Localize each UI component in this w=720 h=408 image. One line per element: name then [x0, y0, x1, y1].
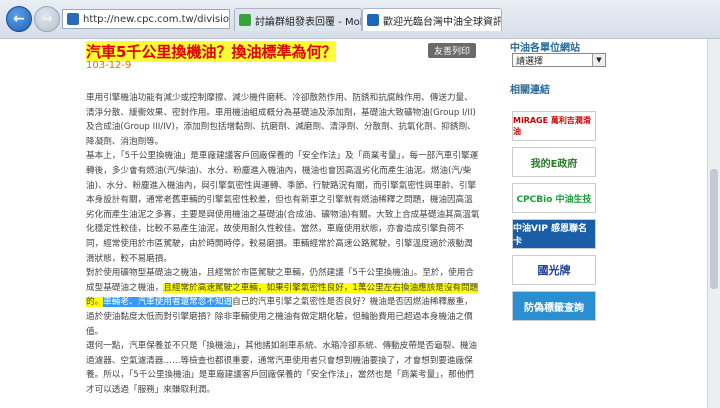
- vertical-scrollbar[interactable]: [707, 39, 720, 408]
- mirage-banner-text: MiRAGE 萬利吉潤滑油: [513, 116, 591, 136]
- anti-fake-banner-text: 防偽標籤查詢: [524, 302, 584, 314]
- cpcbio-banner-text: CPCBio 中油生技: [516, 194, 592, 205]
- address-bar[interactable]: http://new.cpc.com.tw/division/lb: [62, 9, 230, 29]
- select-value: 請選擇: [516, 56, 544, 67]
- anti-fake-banner[interactable]: 防偽標籤查詢: [512, 291, 596, 321]
- article-date: 103-12-9: [86, 60, 132, 71]
- back-arrow-icon: ←: [13, 11, 25, 27]
- paragraph-1: 車用引擎機油功能有減少或控制摩擦、減少機件磨耗、冷卻散熱作用、防銹和抗腐蝕作用、…: [86, 93, 476, 147]
- tab-cpc[interactable]: 歡迎光臨台灣中油全球資訊... ✕: [362, 8, 502, 31]
- vip-banner[interactable]: 中油VIP 感恩聯名卡: [512, 219, 596, 249]
- mirage-banner[interactable]: MiRAGE 萬利吉潤滑油: [512, 111, 596, 141]
- article-body: 車用引擎機油功能有減少或控制摩擦、減少機件磨耗、冷卻散熱作用、防銹和抗腐蝕作用、…: [86, 91, 480, 397]
- highlight-selection: 車輛老、汽車使用者還常忽不知道: [103, 297, 233, 308]
- mobile01-favicon-icon: [239, 14, 251, 26]
- egov-banner-text: 我的E政府: [530, 158, 578, 170]
- page-content: 汽車5千公里換機油？換油標準為何？ 103-12-9 友善列印 車用引擎機油功能…: [0, 39, 708, 408]
- paragraph-3: 對於使用礦物型基礎油之機油，且經常於市區駕駛之車輛，仍然建議「5千公里換機油」。…: [86, 266, 480, 339]
- guoguang-banner[interactable]: 國光牌: [512, 255, 596, 285]
- sidebar: 中油各單位網站 請選擇 ▼ 相關連結 MiRAGE 萬利吉潤滑油 我的E政府 C…: [510, 39, 700, 321]
- chevron-down-icon: ▼: [592, 54, 605, 66]
- site-favicon-icon: [67, 13, 79, 25]
- browser-chrome: ← → http://new.cpc.com.tw/division/lb 討論…: [0, 0, 720, 39]
- tab-mobile01[interactable]: 討論群組發表回覆 - Mobile01: [234, 8, 362, 31]
- article-title: 汽車5千公里換機油？換油標準為何？: [86, 41, 337, 62]
- paragraph-2: 基本上，「5千公里換機油」是車廠建議客戶回廠保養的「安全作法」及「商業考量」，每…: [86, 151, 480, 264]
- paragraph-4: 選何一點，汽車保養並不只是「換機油」，其他諸如剎車系統、水箱冷卻系統、傳動皮帶是…: [86, 341, 478, 395]
- gas-station-title: 中油各單位網站: [510, 43, 580, 54]
- print-button[interactable]: 友善列印: [428, 43, 476, 58]
- cpcbio-banner[interactable]: CPCBio 中油生技: [512, 183, 596, 213]
- vip-banner-text: 中油VIP 感恩聯名卡: [513, 224, 588, 247]
- forward-arrow-icon: →: [41, 11, 53, 27]
- forward-button[interactable]: →: [34, 6, 60, 32]
- links-title: 相關連結: [510, 85, 550, 96]
- cpc-favicon-icon: [367, 14, 379, 26]
- address-text: http://new.cpc.com.tw/division/lb: [83, 13, 230, 25]
- tab-label: 歡迎光臨台灣中油全球資訊...: [383, 16, 502, 28]
- scrollbar-thumb[interactable]: [710, 169, 718, 289]
- unit-select[interactable]: 請選擇 ▼: [512, 53, 606, 67]
- tab-label: 討論群組發表回覆 - Mobile01: [255, 16, 361, 28]
- back-button[interactable]: ←: [6, 6, 32, 32]
- egov-banner[interactable]: 我的E政府: [512, 147, 596, 177]
- guoguang-banner-text: 國光牌: [537, 264, 571, 277]
